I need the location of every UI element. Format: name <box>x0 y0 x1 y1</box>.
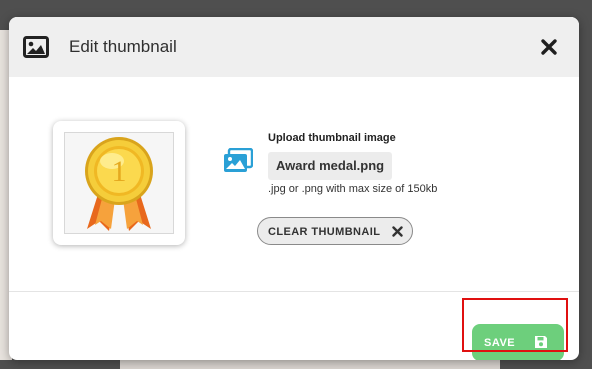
edit-thumbnail-dialog: Edit thumbnail 1 Upload thumbnail image … <box>9 17 579 360</box>
clear-thumbnail-button[interactable]: CLEAR THUMBNAIL <box>257 217 413 245</box>
upload-hint: .jpg or .png with max size of 150kb <box>268 183 438 195</box>
footer-divider <box>9 291 579 292</box>
images-icon <box>224 148 253 172</box>
dialog-header: Edit thumbnail <box>9 17 579 77</box>
gold-medal-image: 1 <box>85 137 153 231</box>
save-button-label: SAVE <box>484 337 516 349</box>
selected-file-name[interactable]: Award medal.png <box>268 152 393 180</box>
save-button[interactable]: SAVE <box>472 324 564 360</box>
close-icon[interactable] <box>540 38 558 56</box>
clear-thumbnail-label: CLEAR THUMBNAIL <box>268 226 381 238</box>
thumbnail-image: 1 <box>64 132 174 234</box>
medal-number: 1 <box>112 155 127 188</box>
dialog-title: Edit thumbnail <box>69 37 177 56</box>
close-icon <box>392 226 403 237</box>
thumbnail-preview-card: 1 <box>53 121 185 245</box>
image-icon <box>23 36 49 58</box>
floppy-disk-icon <box>535 336 547 348</box>
upload-thumbnail-label: Upload thumbnail image <box>268 132 396 144</box>
